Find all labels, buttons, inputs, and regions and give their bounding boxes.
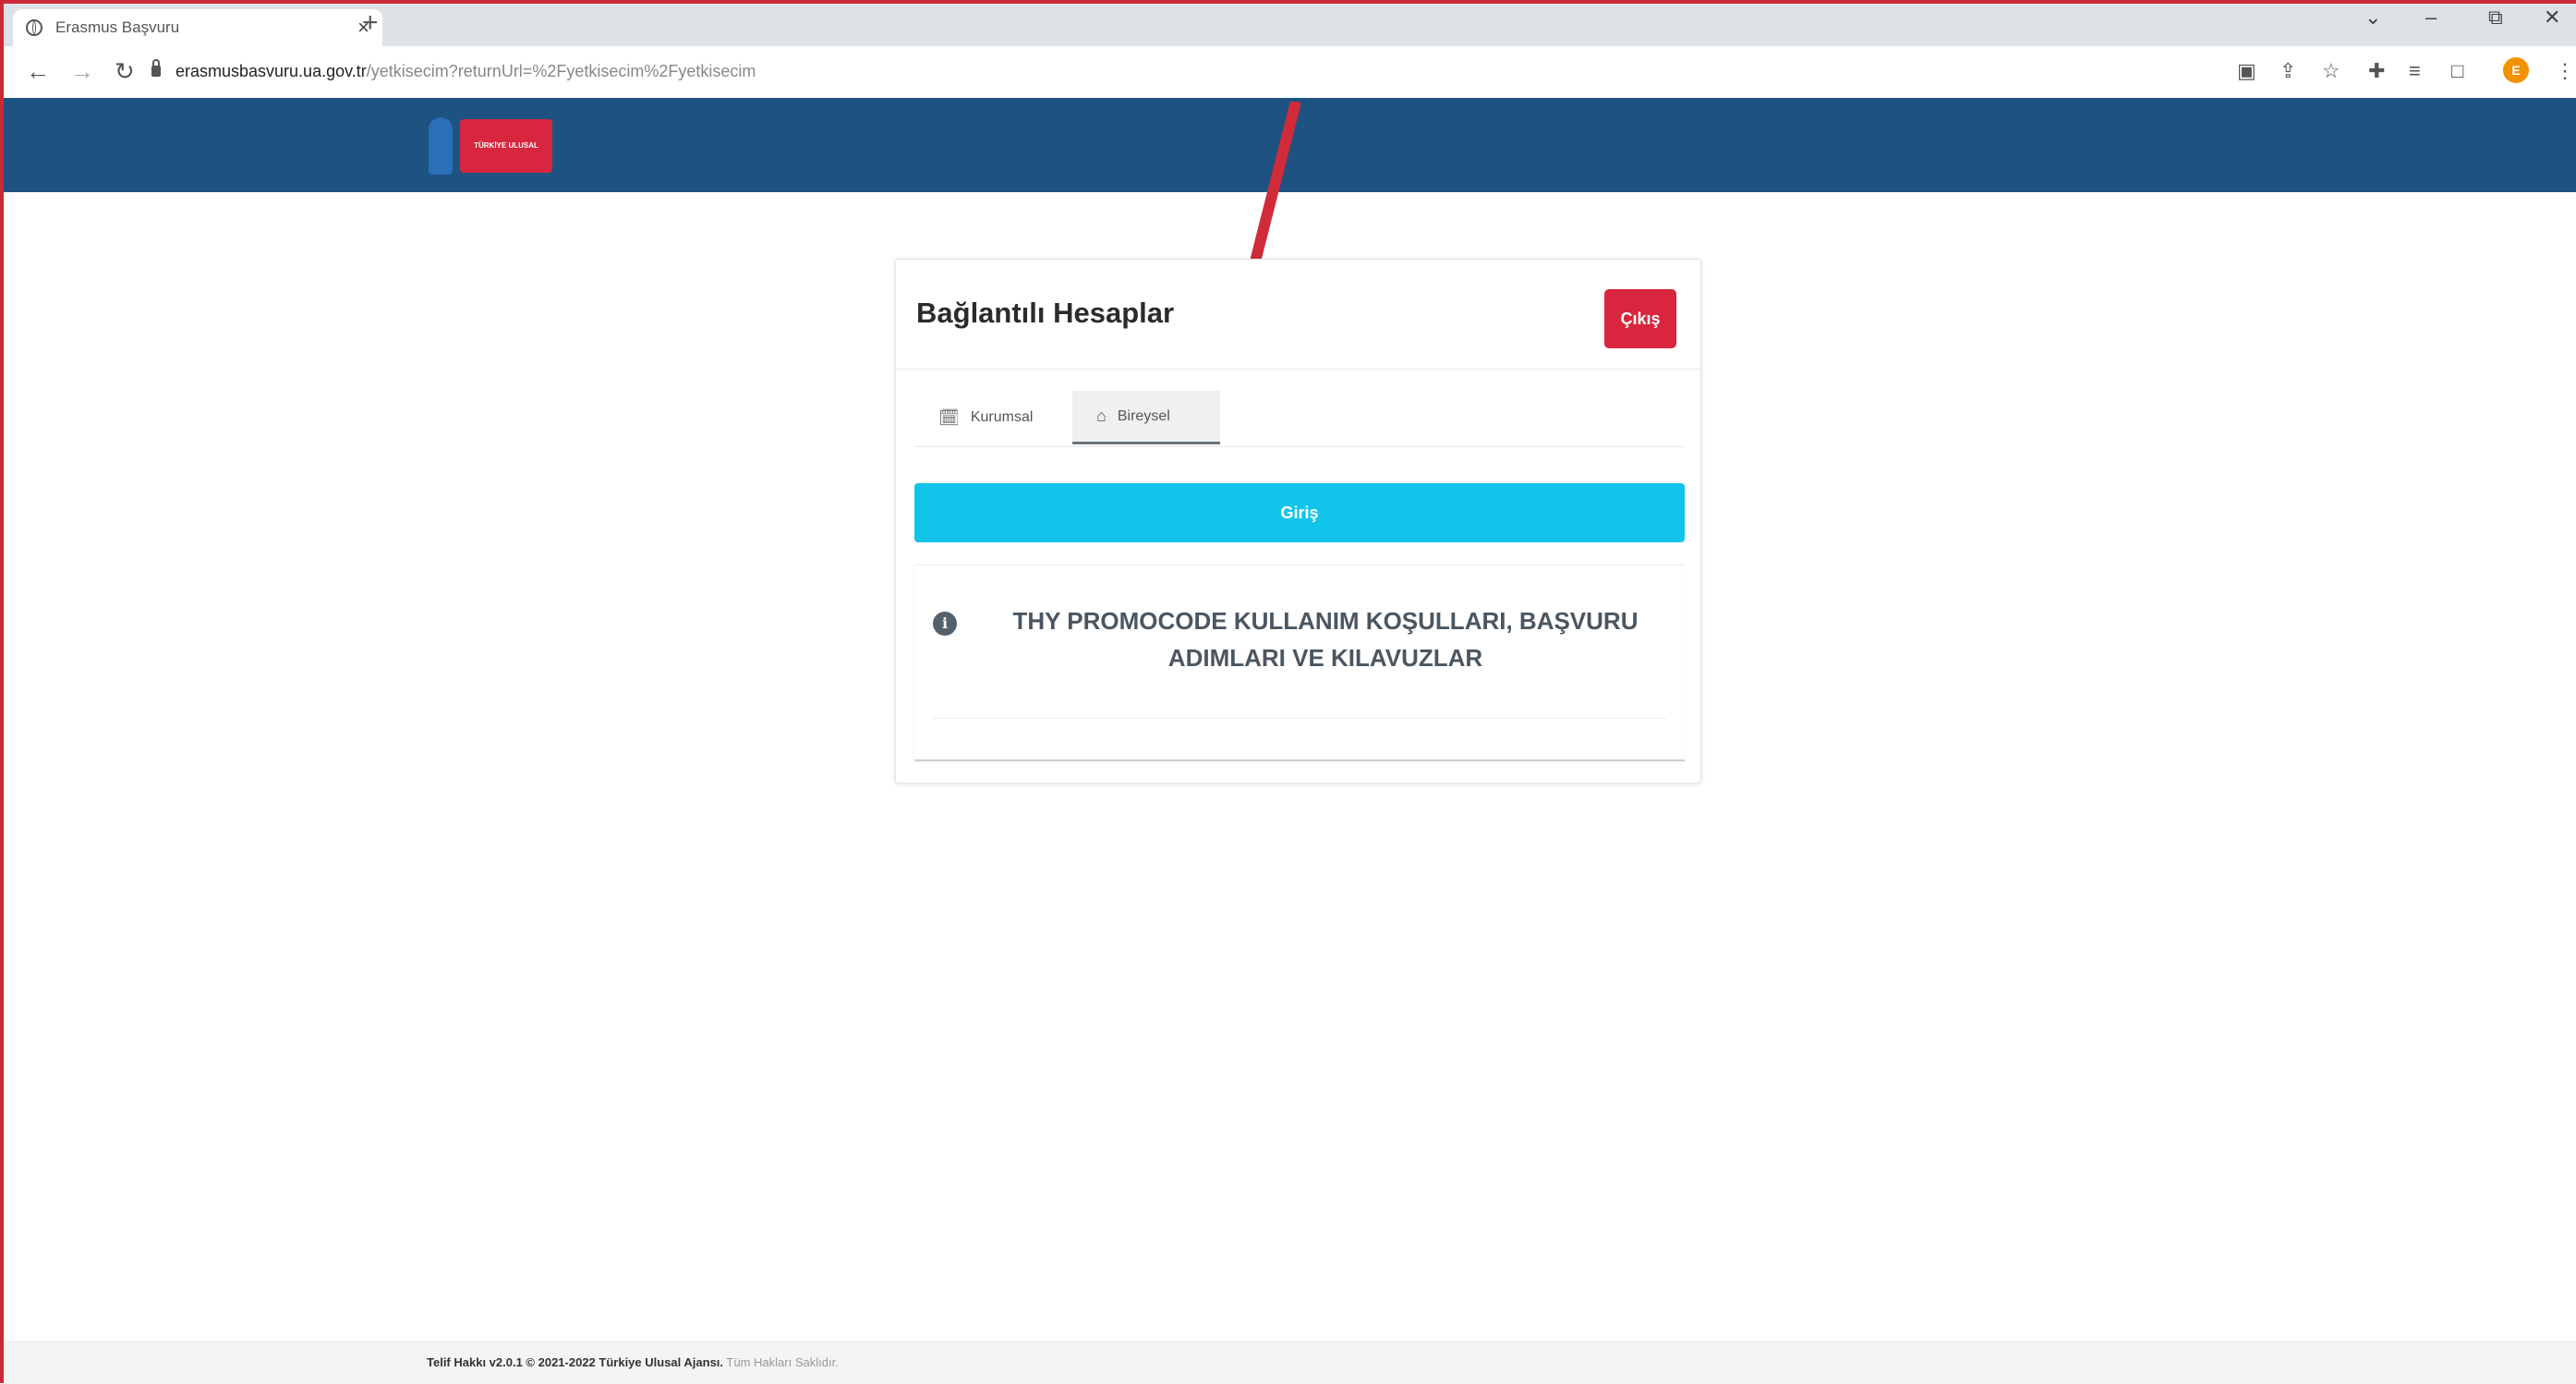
home-icon: ⌂ [1096, 407, 1107, 425]
rights-text: Tüm Hakları Saklıdır. [726, 1355, 839, 1369]
browser-menu-icon[interactable]: ⋮ [2555, 59, 2575, 83]
site-logo[interactable]: TÜRKİYE ULUSAL AJANSI [429, 114, 554, 203]
extensions-icon[interactable]: ✚ [2368, 59, 2385, 83]
info-icon: i [933, 612, 957, 636]
browser-toolbar: ← → ↻ erasmusbasvuru.ua.gov.tr /yetkisec… [4, 46, 2576, 99]
linked-accounts-card: Bağlantılı Hesaplar Çıkış 🗓 Kurumsal ⌂ B… [895, 259, 1701, 783]
page-title: Bağlantılı Hesaplar [916, 297, 1175, 329]
account-type-tabs: 🗓 Kurumsal ⌂ Bireysel [914, 391, 1685, 447]
logo-badge: TÜRKİYE ULUSAL AJANSI [460, 119, 552, 203]
footer-text: Telif Hakkı v2.0.1 © 2021-2022 Türkiye U… [427, 1355, 839, 1369]
back-icon[interactable]: ← [26, 57, 50, 86]
tab-title: Erasmus Başvuru [55, 18, 180, 36]
info-link[interactable]: THY PROMOCODE KULLANIM KOŞULLARI, BAŞVUR… [988, 602, 1663, 676]
copyright-text: Telif Hakkı v2.0.1 © 2021-2022 Türkiye U… [427, 1355, 724, 1369]
tab-kurumsal[interactable]: 🗓 Kurumsal [914, 391, 1057, 444]
logo-figure-icon [429, 117, 453, 175]
close-window-button[interactable]: ✕ [2544, 6, 2560, 30]
new-tab-button[interactable]: + [362, 7, 379, 39]
url-host: erasmusbasvuru.ua.gov.tr [175, 61, 367, 80]
tab-label: Bireysel [1117, 407, 1170, 424]
lock-icon [151, 59, 161, 77]
minimize-button[interactable]: – [2425, 6, 2437, 30]
divider [933, 718, 1666, 719]
translate-icon[interactable]: ▣ [2237, 59, 2256, 83]
forward-icon[interactable]: → [70, 57, 94, 86]
browser-tab-strip: Erasmus Başvuru × + ⌄ – ⧉ ✕ [4, 4, 2576, 46]
login-button[interactable]: Giriş [914, 483, 1685, 542]
tab-search-icon[interactable]: ⌄ [2364, 6, 2381, 30]
restore-button[interactable]: ⧉ [2488, 6, 2503, 30]
reading-list-icon[interactable]: ≡ [2409, 59, 2421, 83]
globe-icon [26, 19, 42, 36]
address-bar[interactable]: erasmusbasvuru.ua.gov.tr /yetkisecim?ret… [151, 52, 2211, 91]
logout-button[interactable]: Çıkış [1604, 289, 1676, 348]
side-panel-icon[interactable]: □ [2451, 59, 2463, 83]
browser-tab[interactable]: Erasmus Başvuru × [13, 9, 382, 46]
share-icon[interactable]: ⇪ [2280, 59, 2296, 83]
reload-icon[interactable]: ↻ [115, 57, 135, 86]
tab-label: Kurumsal [970, 409, 1034, 425]
tab-bireysel[interactable]: ⌂ Bireysel [1072, 391, 1220, 444]
url-path: /yetkisecim?returnUrl=%2Fyetkisecim%2Fye… [366, 61, 756, 80]
profile-avatar[interactable]: E [2503, 57, 2529, 83]
info-panel[interactable]: i THY PROMOCODE KULLANIM KOŞULLARI, BAŞV… [914, 565, 1685, 761]
site-footer: Telif Hakkı v2.0.1 © 2021-2022 Türkiye U… [4, 1342, 2576, 1384]
card-header: Bağlantılı Hesaplar Çıkış [896, 260, 1700, 370]
calendar-icon: 🗓 [938, 407, 960, 427]
bookmark-star-icon[interactable]: ☆ [2322, 59, 2340, 83]
